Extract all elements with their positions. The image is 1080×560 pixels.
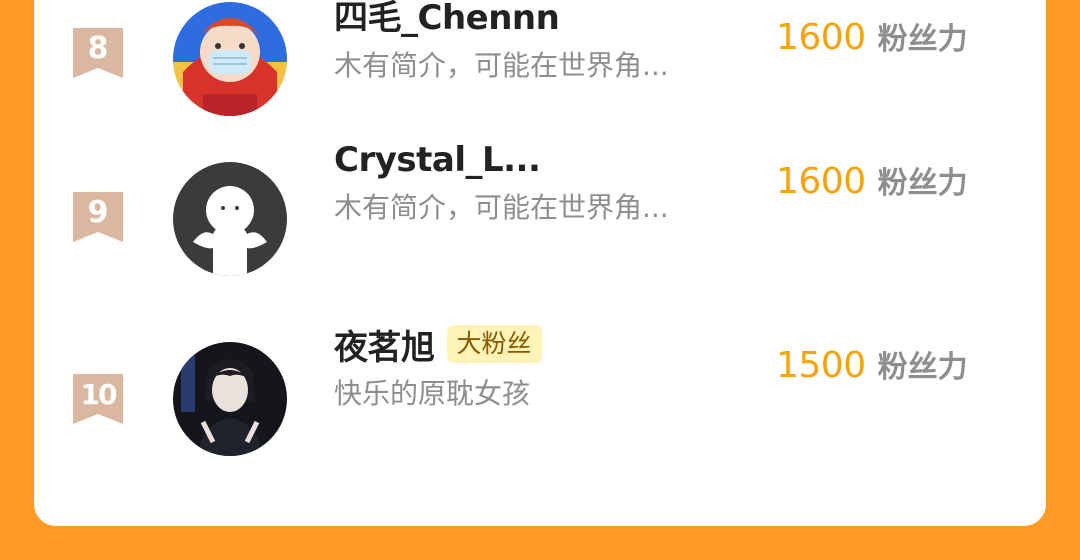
fan-power-score: 1600 粉丝力 [776,14,968,64]
user-bio: 木有简介，可能在世界角... [334,49,669,82]
user-bio: 快乐的原耽女孩 [334,377,531,410]
score-unit: 粉丝力 [877,22,968,57]
rank-ribbon-icon: 9 [71,190,125,244]
avatar[interactable] [173,2,287,116]
leaderboard-card: 8 四毛_Chennn 木有简介，可能在世界角... 1600 粉丝力 9 Cr… [34,0,1046,526]
fan-power-score: 1600 粉丝力 [776,158,968,208]
leaderboard-row-10[interactable]: 10 夜茗旭 大粉丝 快乐的原耽女孩 1500 粉丝力 [34,325,1046,456]
user-name-line: 四毛_Chennn [334,0,560,39]
user-name[interactable]: 夜茗旭 [334,320,435,369]
user-name[interactable]: 四毛_Chennn [334,0,560,39]
avatar[interactable] [173,162,287,276]
user-name-line: Crystal_L... [334,138,541,182]
leaderboard-screen: 8 四毛_Chennn 木有简介，可能在世界角... 1600 粉丝力 9 Cr… [0,0,1080,560]
score-unit: 粉丝力 [877,166,968,201]
score-value: 1600 [776,161,866,202]
user-bio: 木有简介，可能在世界角... [334,191,669,224]
leaderboard-row-9[interactable]: 9 Crystal_L... 木有简介，可能在世界角... 1600 粉丝力 [34,140,1046,276]
score-value: 1600 [776,17,866,58]
score-unit: 粉丝力 [877,350,968,385]
rank-ribbon-icon: 10 [71,372,125,426]
rank-number: 8 [87,31,109,66]
user-name-line: 夜茗旭 大粉丝 [334,320,542,369]
avatar[interactable] [173,342,287,456]
score-value: 1500 [776,345,866,386]
rank-ribbon-icon: 8 [71,26,125,80]
user-name[interactable]: Crystal_L... [334,140,541,180]
big-fan-badge: 大粉丝 [446,325,542,363]
rank-number: 9 [87,195,109,230]
fan-power-score: 1500 粉丝力 [776,342,968,392]
rank-number: 10 [80,378,118,411]
leaderboard-row-8[interactable]: 8 四毛_Chennn 木有简介，可能在世界角... 1600 粉丝力 [34,0,1046,116]
